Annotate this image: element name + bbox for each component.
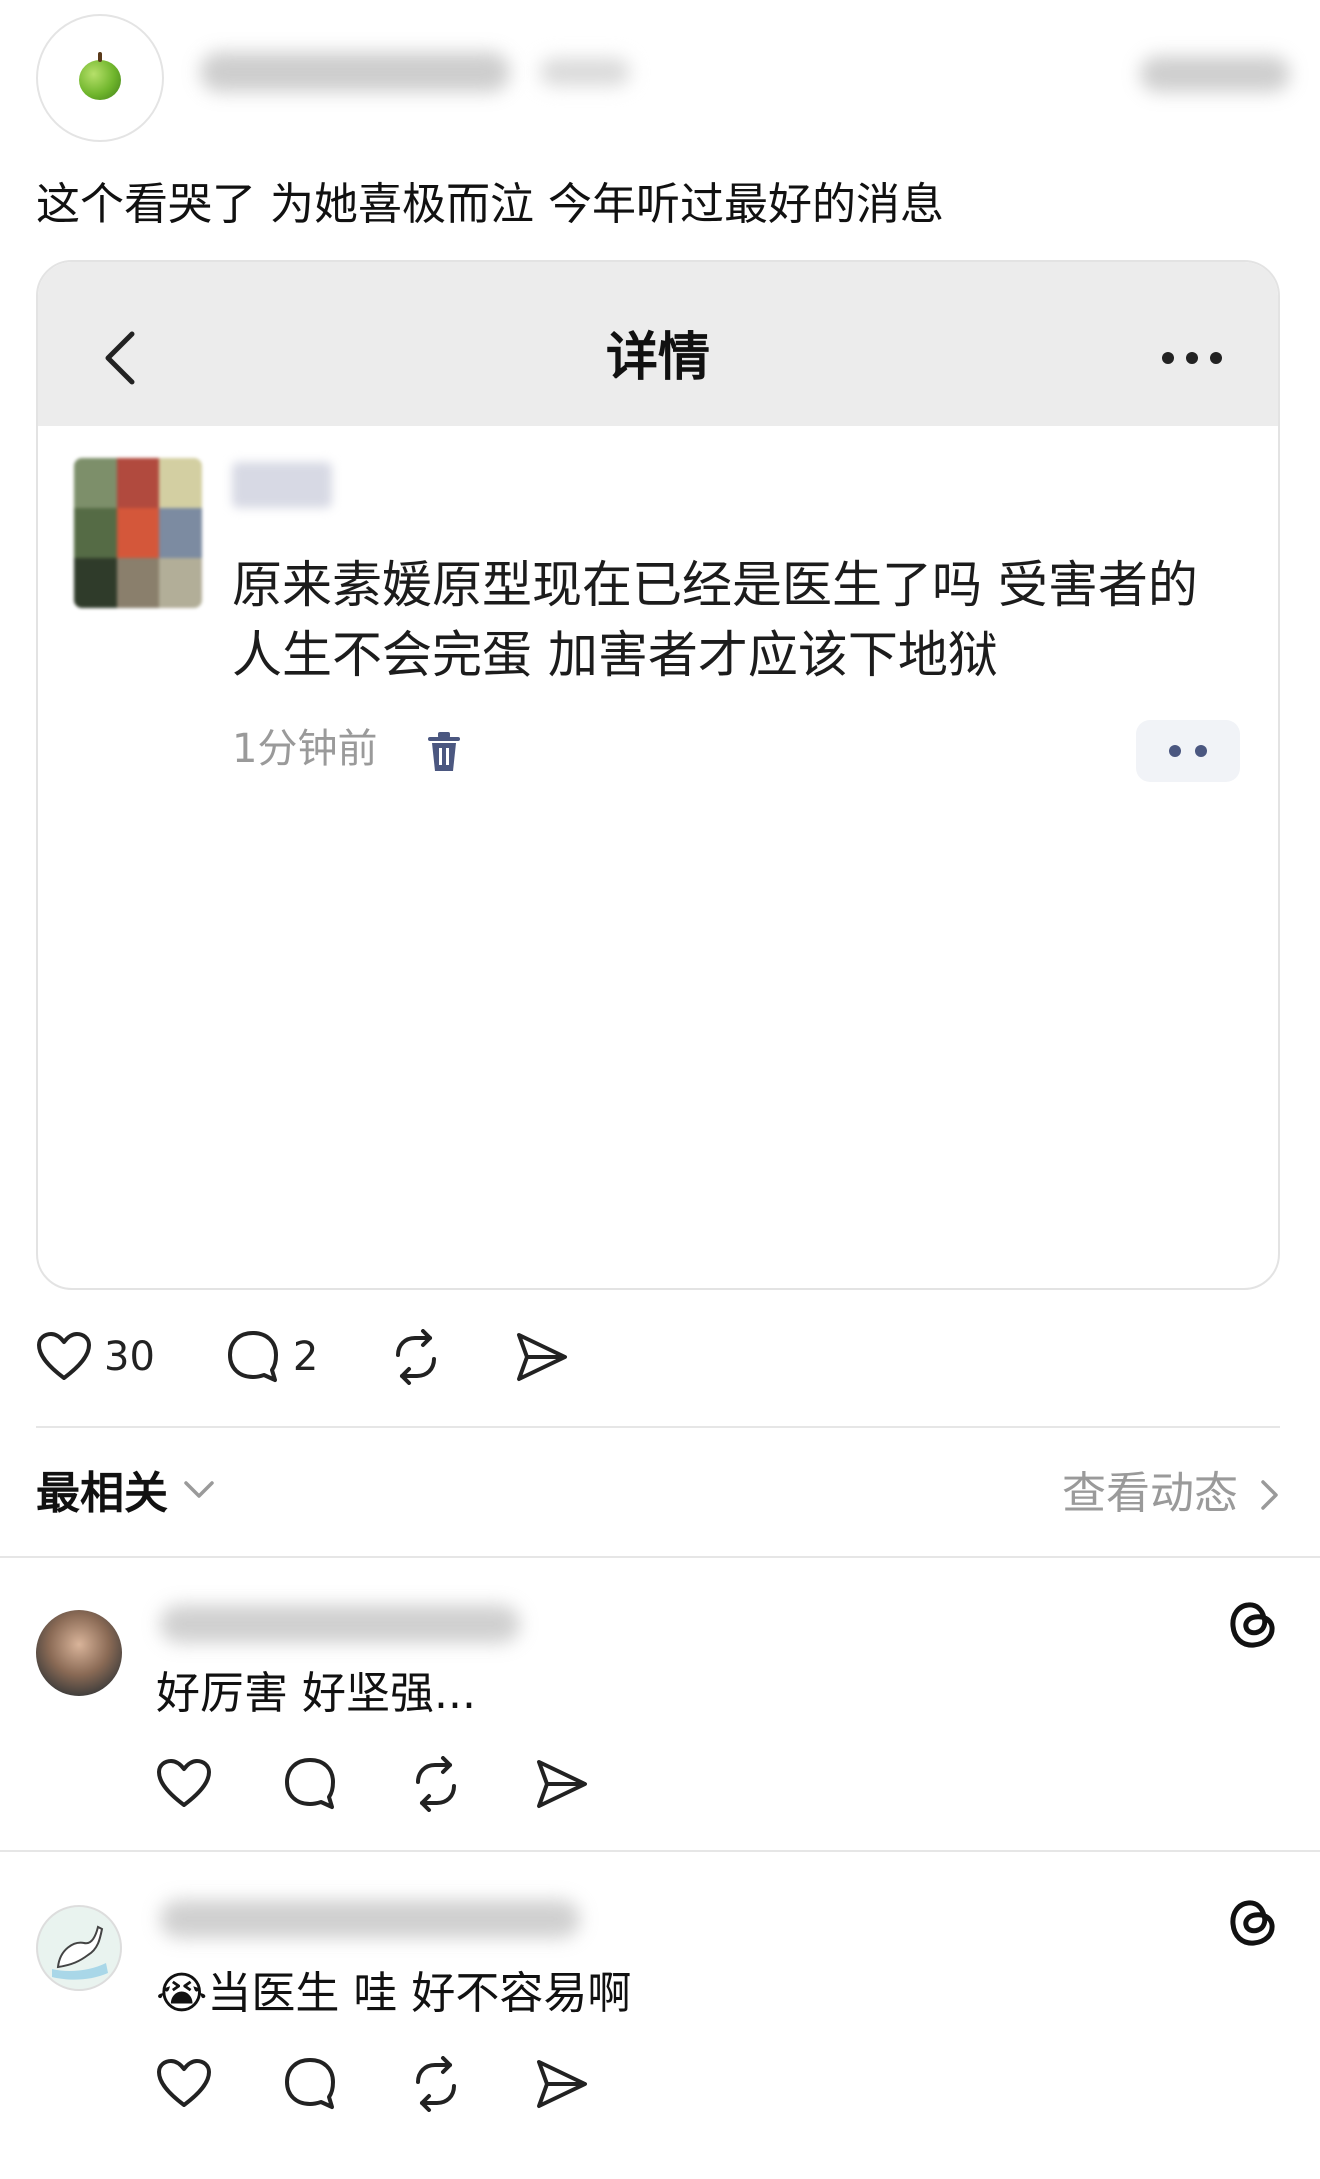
mosaic-cell — [159, 558, 202, 608]
reply-text: 当医生 哇 好不容易啊 — [207, 1968, 632, 2019]
reply-action-row — [156, 1756, 660, 1812]
post-action-row: 30 2 — [36, 1325, 570, 1389]
reply-avatar[interactable] — [36, 1905, 122, 1991]
comment-bubble-icon — [285, 2058, 335, 2109]
post-time-blurred — [540, 58, 630, 86]
like-button[interactable] — [156, 2058, 212, 2110]
repost-button[interactable] — [408, 2056, 464, 2112]
threads-logo-icon[interactable] — [1224, 1894, 1282, 1952]
comment-more-icon — [1136, 720, 1240, 782]
reply-button[interactable]: 2 — [225, 1329, 318, 1385]
reply-button[interactable] — [282, 1756, 338, 1812]
share-button[interactable] — [514, 1331, 570, 1383]
like-button[interactable]: 30 — [36, 1331, 155, 1383]
reply-author-blurred[interactable] — [160, 1900, 580, 1938]
send-icon — [537, 2060, 587, 2108]
repost-button[interactable] — [388, 1329, 444, 1385]
embedded-screenshot-card[interactable]: 详情 原来素媛原型现在已经是医生了吗 受害者的人生不会完蛋 加害者才应该下地狱 … — [36, 260, 1280, 1290]
mosaic-cell — [116, 558, 160, 608]
mosaic-cell — [116, 458, 160, 508]
send-icon — [537, 1760, 587, 1808]
divider — [0, 1850, 1320, 1852]
header-right-blurred — [1140, 56, 1290, 92]
repost-icon — [416, 2056, 456, 2112]
divider — [36, 1426, 1280, 1428]
repost-button[interactable] — [408, 1756, 464, 1812]
bird-illustration-icon — [52, 1925, 108, 1980]
sort-dropdown[interactable]: 最相关 — [36, 1466, 168, 1522]
repost-icon — [416, 1756, 456, 1812]
more-icon — [1162, 352, 1222, 364]
like-button[interactable] — [156, 1758, 212, 1810]
author-avatar[interactable] — [36, 14, 164, 142]
view-activity-link[interactable]: 查看动态 — [1062, 1466, 1238, 1522]
mosaic-cell — [74, 558, 117, 608]
embedded-title: 详情 — [605, 328, 710, 388]
comment-bubble-icon — [227, 1331, 278, 1382]
reply-avatar[interactable] — [36, 1610, 122, 1696]
reply-author-blurred[interactable] — [160, 1605, 520, 1643]
send-icon — [517, 1333, 568, 1381]
trash-icon — [428, 732, 460, 771]
heart-icon — [157, 2059, 211, 2107]
reply-text: 好厉害 好坚强... — [156, 1668, 476, 1719]
embedded-comment-time: 1分钟前 — [232, 726, 378, 772]
mosaic-cell — [74, 508, 117, 558]
heart-icon — [37, 1332, 91, 1380]
author-name-blurred[interactable] — [200, 52, 510, 92]
mosaic-cell — [159, 508, 202, 558]
mosaic-cell — [116, 508, 160, 558]
reply-button[interactable] — [282, 2056, 338, 2112]
crying-face-emoji: 😭 — [156, 1968, 208, 2019]
commenter-name-blurred — [232, 462, 332, 508]
threads-logo-icon[interactable] — [1224, 1596, 1282, 1654]
post-text: 这个看哭了 为她喜极而泣 今年听过最好的消息 — [36, 179, 944, 230]
mosaic-cell — [74, 458, 117, 508]
mosaic-cell — [159, 458, 202, 508]
chevron-down-icon[interactable] — [182, 1478, 216, 1502]
chevron-right-icon[interactable] — [1258, 1478, 1282, 1512]
comment-bubble-icon — [285, 1758, 335, 1809]
reply-action-row — [156, 2056, 660, 2112]
reply-content: 😭当医生 哇 好不容易啊 — [156, 1966, 631, 2022]
reply-count: 2 — [292, 1334, 319, 1380]
share-button[interactable] — [534, 1758, 590, 1810]
embedded-header: 详情 — [38, 262, 1278, 426]
share-button[interactable] — [534, 2058, 590, 2110]
heart-icon — [157, 1759, 211, 1807]
like-count: 30 — [104, 1334, 155, 1380]
commenter-avatar-pixelated — [74, 458, 202, 608]
divider — [0, 1556, 1320, 1558]
repost-icon — [396, 1329, 437, 1385]
embedded-comment-text: 原来素媛原型现在已经是医生了吗 受害者的人生不会完蛋 加害者才应该下地狱 — [232, 556, 1198, 684]
green-apple-icon — [79, 52, 121, 100]
